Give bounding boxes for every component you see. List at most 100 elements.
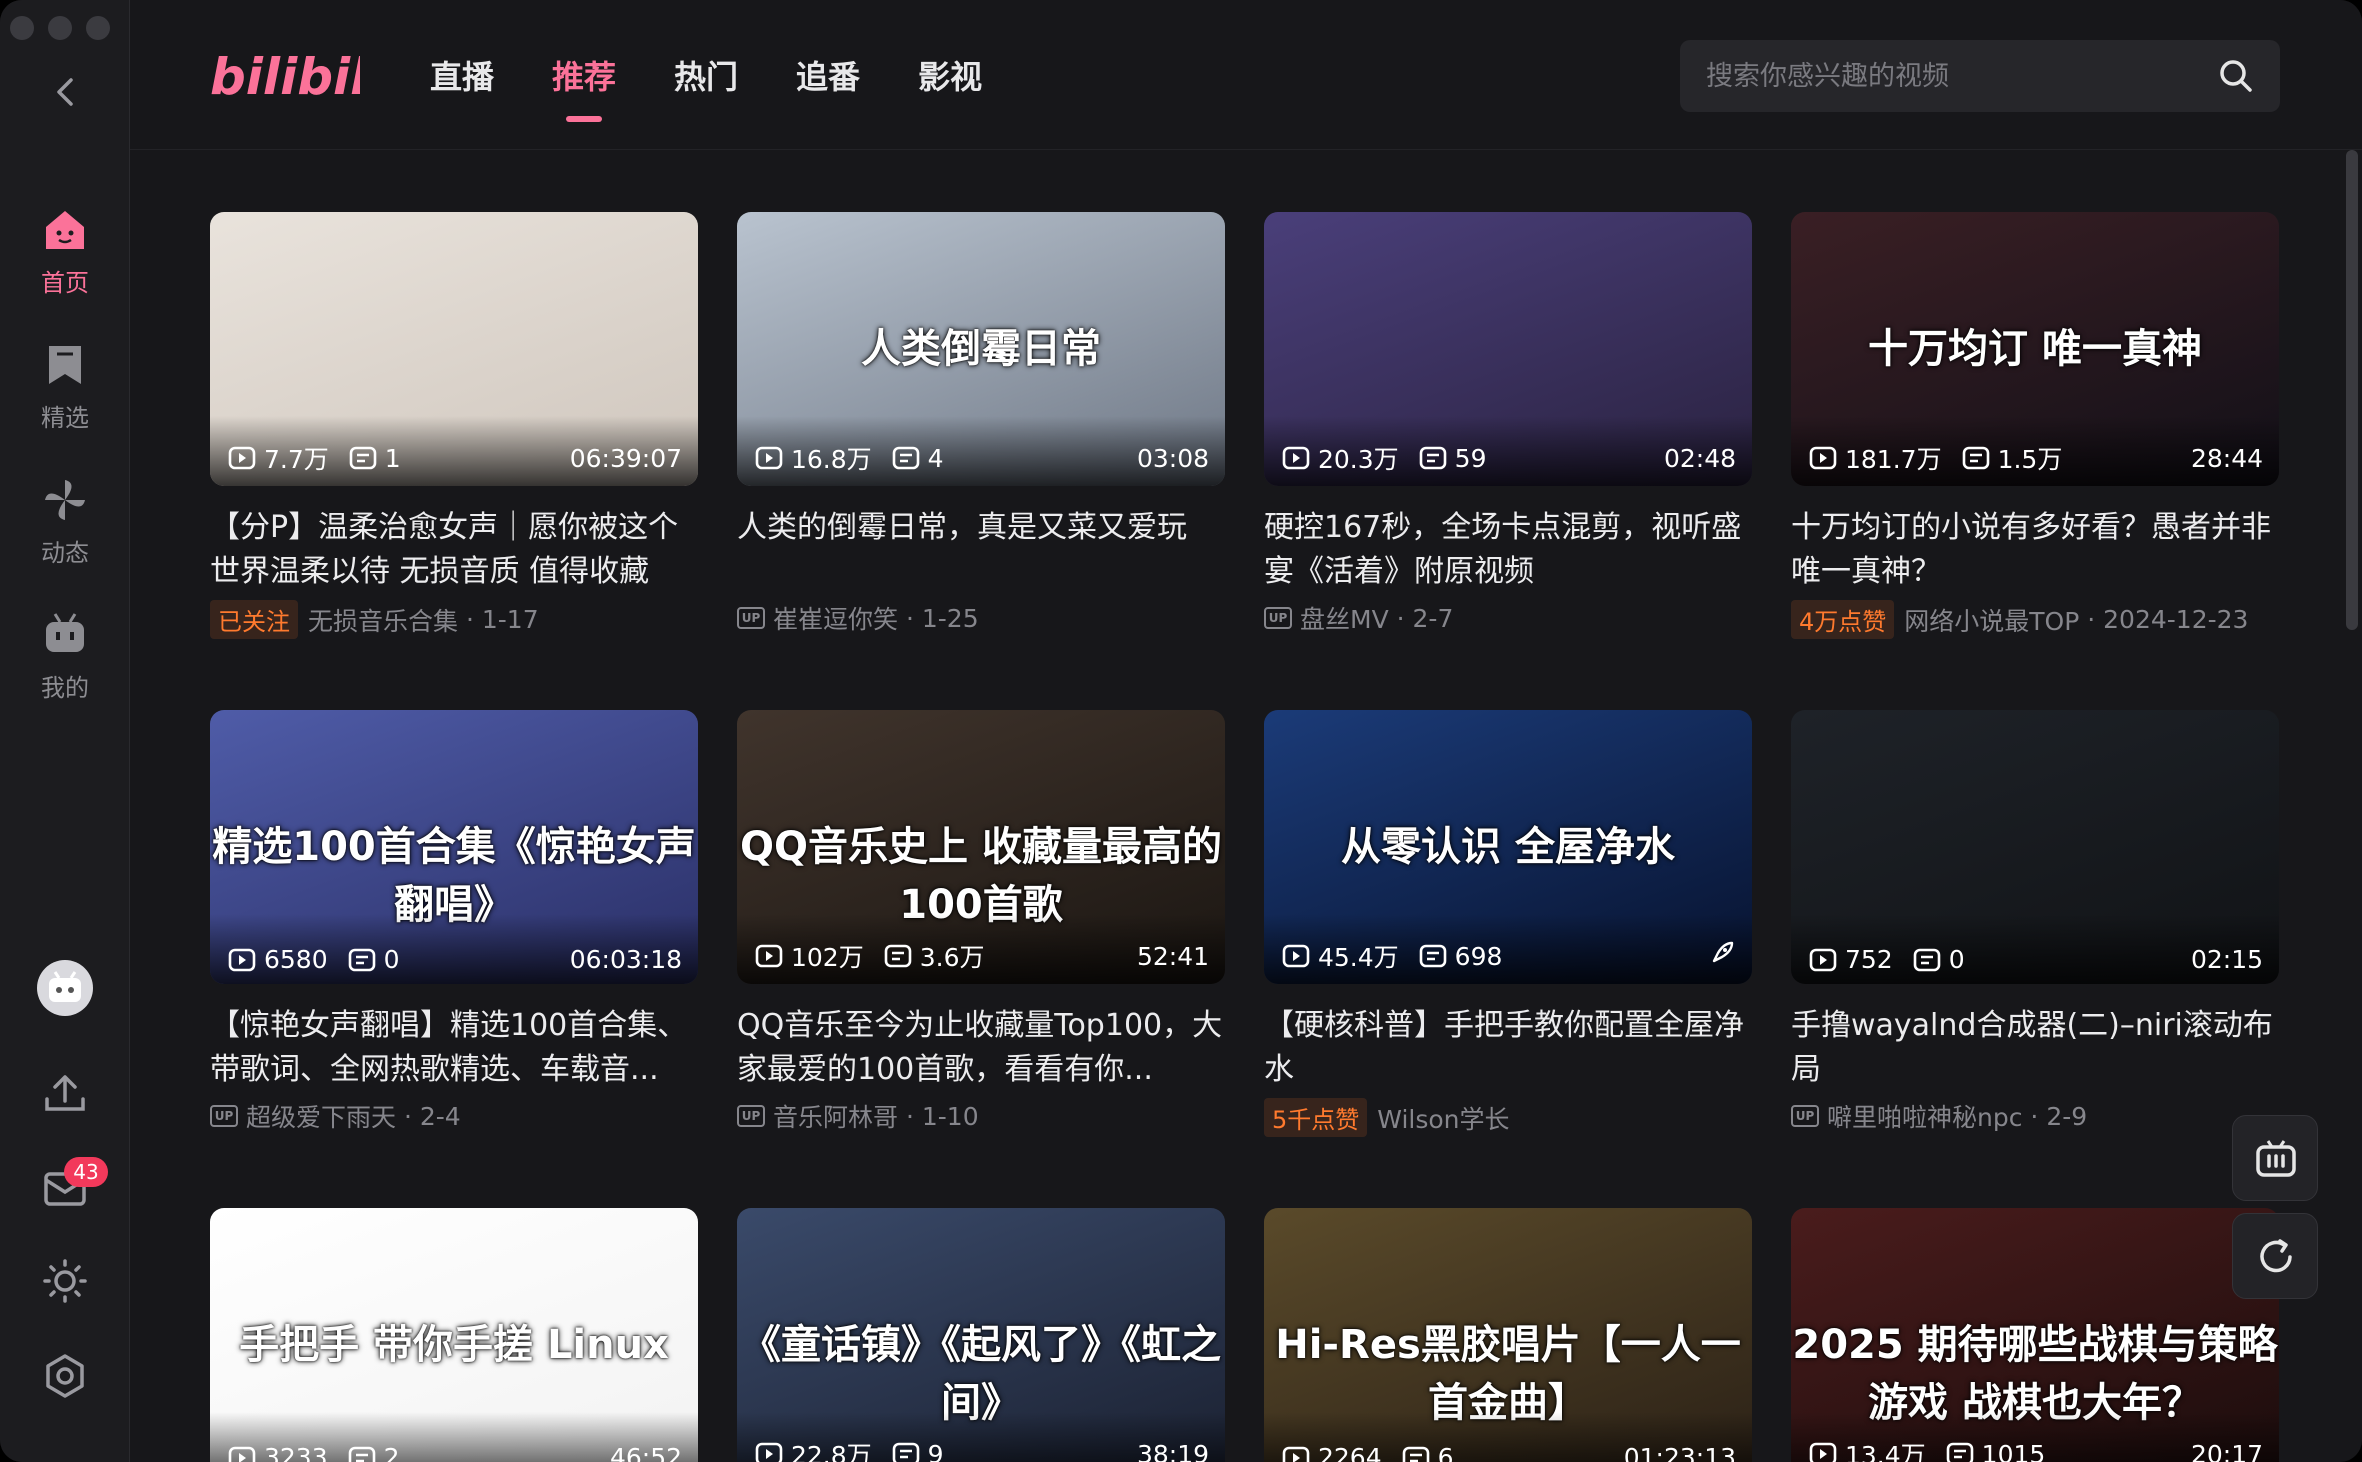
rocket-icon — [1708, 939, 1736, 973]
play-count-icon — [1282, 944, 1310, 968]
video-title[interactable]: QQ音乐至今为止收藏量Top100，大家最爱的100首歌，看看有你... — [737, 1004, 1225, 1092]
video-thumbnail[interactable]: 手把手 带你手搓 Linux 3233 2 46:52 — [210, 1208, 698, 1462]
bookmark-icon — [49, 346, 81, 384]
thumbnail-caption: 2025 期待哪些战棋与策略游戏 战棋也大年？ — [1792, 1322, 2278, 1426]
danmaku-count: 0 — [1913, 945, 1965, 974]
sidebar-item-featured[interactable]: 精选 — [0, 340, 130, 433]
video-stats: 752 0 02:15 — [1809, 945, 2263, 974]
danmaku-count-value: 4 — [927, 443, 944, 473]
video-title[interactable]: 十万均订的小说有多好看？愚者并非唯一真神？ — [1791, 506, 2279, 594]
scrollbar[interactable] — [2346, 150, 2358, 630]
video-meta: 4万点赞 网络小说最TOP · 2024-12-23 — [1791, 600, 2279, 639]
sidebar-item-home[interactable]: 首页 — [0, 205, 130, 298]
robot-avatar-icon — [49, 971, 81, 1002]
thumbnail-caption: 手把手 带你手搓 Linux — [239, 1322, 669, 1368]
tab-movies[interactable]: 影视 — [918, 52, 982, 98]
sidebar-item-mine[interactable]: 我的 — [0, 610, 130, 703]
play-count-value: 45.4万 — [1318, 943, 1399, 972]
uploader-name[interactable]: 音乐阿林哥 — [773, 1098, 898, 1134]
sidebar-item-feed[interactable]: 动态 — [0, 475, 130, 568]
play-count: 16.8万 — [755, 440, 872, 476]
upload-button[interactable] — [37, 1065, 93, 1121]
uploader-name[interactable]: 盘丝MV — [1300, 600, 1389, 636]
upload-date: 2-9 — [2046, 1101, 2088, 1131]
video-thumbnail[interactable]: 十万均订 唯一真神 181.7万 1.5万 28:44 — [1791, 212, 2279, 486]
upload-date: 1-10 — [921, 1101, 979, 1131]
video-duration: 03:08 — [1136, 443, 1209, 473]
video-card[interactable]: 从零认识 全屋净水 45.4万 698 【硬核科普】手把手教你配置全屋净水 5千点赞 Wi… — [1264, 710, 1752, 1137]
video-thumbnail[interactable]: 精选100首合集《惊艳女声翻唱》 6580 0 06:03:18 — [210, 710, 698, 984]
tab-recommended[interactable]: 推荐 — [552, 52, 616, 122]
play-count-icon — [755, 1442, 783, 1462]
meta-separator: · — [458, 605, 482, 634]
avatar[interactable] — [37, 960, 93, 1016]
play-count-icon — [755, 944, 783, 968]
video-card[interactable]: 20.3万 59 02:48 硬控167秒，全场卡点混剪，视听盛宴《活着》附原视频 UP… — [1264, 212, 1752, 636]
watch-later-button[interactable] — [2232, 1115, 2318, 1201]
video-card[interactable]: 2025 期待哪些战棋与策略游戏 战棋也大年？ 13.4万 1015 20:17 — [1791, 1208, 2279, 1462]
play-count-icon — [1809, 1442, 1837, 1462]
video-title[interactable]: 硬控167秒，全场卡点混剪，视听盛宴《活着》附原视频 — [1264, 506, 1752, 594]
video-card[interactable]: 人类倒霉日常 16.8万 4 03:08 人类的倒霉日常，真是又菜又爱玩 UP 崔崔逗你笑 … — [737, 212, 1225, 636]
meta-separator: · — [396, 1101, 420, 1131]
back-button[interactable] — [46, 72, 86, 112]
video-meta: UP 盘丝MV · 2-7 — [1264, 600, 1752, 636]
video-thumbnail[interactable]: 从零认识 全屋净水 45.4万 698 — [1264, 710, 1752, 984]
close-window-button[interactable] — [10, 16, 34, 40]
danmaku-icon — [1946, 1442, 1973, 1462]
danmaku-count-value: 3.6万 — [919, 943, 985, 972]
settings-button[interactable] — [37, 1348, 93, 1404]
video-card[interactable]: 752 0 02:15 手撸wayalnd合成器(二)–niri滚动布局 UP 噼里啪啦神… — [1791, 710, 2279, 1134]
video-card[interactable]: Hi-Res黑胶唱片【一人一首金曲】 2264 6 01:23:13 — [1264, 1208, 1752, 1462]
thumbnail-caption: QQ音乐史上 收藏量最高的100首歌 — [740, 824, 1222, 928]
danmaku-icon — [1419, 944, 1446, 968]
uploader-name[interactable]: 超级爱下雨天 — [246, 1098, 396, 1134]
video-thumbnail[interactable]: 752 0 02:15 — [1791, 710, 2279, 984]
video-title[interactable]: 【硬核科普】手把手教你配置全屋净水 — [1264, 1004, 1752, 1092]
video-stats: 16.8万 4 03:08 — [755, 440, 1209, 476]
theme-toggle-button[interactable] — [37, 1253, 93, 1309]
video-title[interactable]: 人类的倒霉日常，真是又菜又爱玩 — [737, 506, 1225, 594]
thumbnail-caption: 《童话镇》《起风了》《虹之间》 — [741, 1322, 1221, 1426]
video-duration: 46:52 — [609, 1443, 682, 1462]
video-title[interactable]: 【分P】温柔治愈女声｜愿你被这个世界温柔以待 无损音质 值得收藏 — [210, 506, 698, 594]
video-card[interactable]: 精选100首合集《惊艳女声翻唱》 6580 0 06:03:18 【惊艳女声翻唱】精选1… — [210, 710, 698, 1134]
video-thumbnail[interactable]: 人类倒霉日常 16.8万 4 03:08 — [737, 212, 1225, 486]
uploader-name[interactable]: Wilson学长 — [1377, 1100, 1509, 1136]
video-thumbnail[interactable]: QQ音乐史上 收藏量最高的100首歌 102万 3.6万 52:41 — [737, 710, 1225, 984]
video-thumbnail[interactable]: 20.3万 59 02:48 — [1264, 212, 1752, 486]
bilibili-logo[interactable]: bilibili — [210, 40, 360, 110]
uploader-name[interactable]: 网络小说最TOP — [1904, 602, 2079, 638]
refresh-icon — [2260, 1239, 2292, 1273]
minimize-window-button[interactable] — [48, 16, 72, 40]
danmaku-icon — [892, 1442, 919, 1462]
uploader-name[interactable]: 噼里啪啦神秘npc — [1827, 1098, 2022, 1134]
video-card[interactable]: 《童话镇》《起风了》《虹之间》 22.8万 9 38:19 — [737, 1208, 1225, 1462]
tab-popular[interactable]: 热门 — [674, 52, 738, 98]
uploader-name[interactable]: 崔崔逗你笑 — [773, 600, 898, 636]
video-card[interactable]: QQ音乐史上 收藏量最高的100首歌 102万 3.6万 52:41 QQ音乐至今为止收… — [737, 710, 1225, 1134]
meta-separator: · — [898, 1101, 922, 1131]
video-title[interactable]: 【惊艳女声翻唱】精选100首合集、带歌词、全网热歌精选、车载音... — [210, 1004, 698, 1092]
sun-icon — [43, 1259, 87, 1303]
danmaku-count-value: 1 — [384, 443, 401, 473]
video-thumbnail[interactable]: 7.7万 1 06:39:07 — [210, 212, 698, 486]
video-thumbnail[interactable]: 2025 期待哪些战棋与策略游戏 战棋也大年？ 13.4万 1015 20:17 — [1791, 1208, 2279, 1462]
video-card[interactable]: 7.7万 1 06:39:07 【分P】温柔治愈女声｜愿你被这个世界温柔以待 无损音质… — [210, 212, 698, 639]
video-thumbnail[interactable]: 《童话镇》《起风了》《虹之间》 22.8万 9 38:19 — [737, 1208, 1225, 1462]
tab-anime[interactable]: 追番 — [796, 52, 860, 98]
uploader-name[interactable]: 无损音乐合集 — [308, 602, 458, 638]
zoom-window-button[interactable] — [86, 16, 110, 40]
video-stats: 102万 3.6万 52:41 — [755, 938, 1209, 974]
search-icon[interactable] — [2218, 58, 2254, 94]
video-card[interactable]: 十万均订 唯一真神 181.7万 1.5万 28:44 十万均订的小说有多好看？愚者并非… — [1791, 212, 2279, 639]
video-meta: UP 噼里啪啦神秘npc · 2-9 — [1791, 1098, 2279, 1134]
video-duration: 02:15 — [2190, 945, 2263, 974]
refresh-button[interactable] — [2232, 1213, 2318, 1299]
video-card[interactable]: 手把手 带你手搓 Linux 3233 2 46:52 — [210, 1208, 698, 1462]
uploader-icon: UP — [1264, 607, 1292, 629]
search-input[interactable] — [1706, 40, 2186, 112]
video-title[interactable]: 手撸wayalnd合成器(二)–niri滚动布局 — [1791, 1004, 2279, 1092]
tab-live[interactable]: 直播 — [430, 52, 494, 98]
video-thumbnail[interactable]: Hi-Res黑胶唱片【一人一首金曲】 2264 6 01:23:13 — [1264, 1208, 1752, 1462]
